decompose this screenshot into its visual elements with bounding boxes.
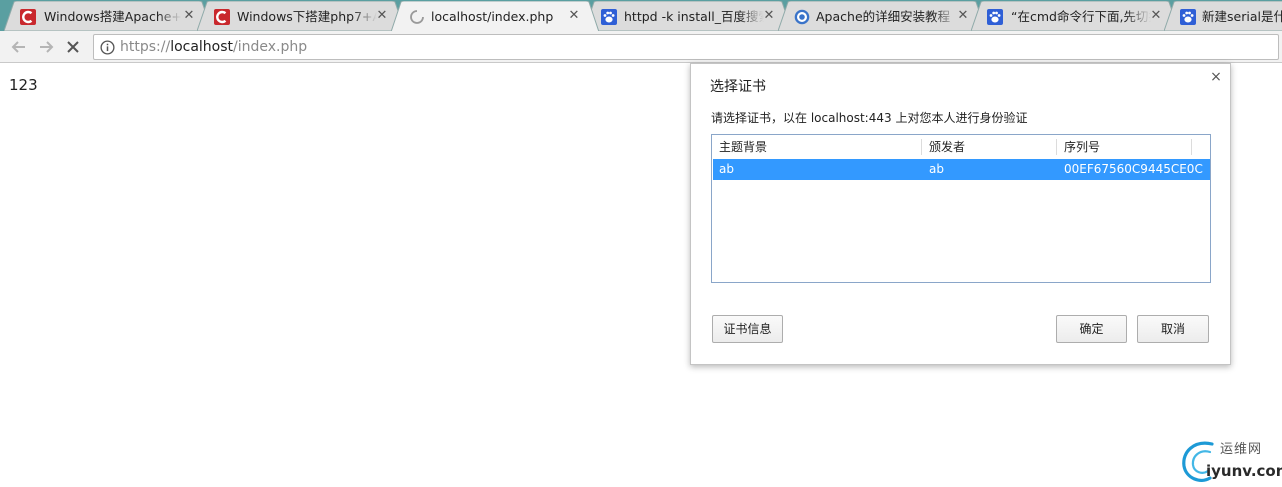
- tab-title: “在cmd命令行下面,先切换: [1011, 9, 1151, 24]
- url-path: /index.php: [233, 39, 308, 55]
- column-header-serial[interactable]: 序列号: [1064, 138, 1100, 156]
- cell-subject: ab: [719, 162, 734, 176]
- close-tab-icon[interactable]: ✕: [956, 9, 970, 23]
- site-info-icon[interactable]: [100, 40, 115, 55]
- cell-issuer: ab: [929, 162, 944, 176]
- csdn-icon: [20, 9, 36, 25]
- close-tab-icon[interactable]: ✕: [567, 9, 581, 23]
- close-tab-icon[interactable]: ✕: [375, 9, 389, 23]
- url-host: localhost: [170, 39, 234, 55]
- baidu-paw-icon: [1180, 9, 1196, 25]
- baidu-paw-icon: [987, 9, 1003, 25]
- csdn-icon: [214, 9, 230, 25]
- tab-title: localhost/index.php: [431, 9, 554, 24]
- close-tab-icon[interactable]: ✕: [762, 9, 776, 23]
- url-scheme: https://: [120, 39, 171, 55]
- ok-button[interactable]: 确定: [1056, 315, 1127, 343]
- tab-serial-search[interactable]: 新建serial是什么: [1164, 1, 1282, 31]
- tab-title: Windows下搭建php7+Apache: [237, 9, 377, 24]
- close-icon[interactable]: ×: [1209, 70, 1223, 84]
- certificate-info-button[interactable]: 证书信息: [712, 315, 783, 343]
- apache-doc-icon: [794, 9, 810, 25]
- dialog-title: 选择证书: [710, 79, 766, 95]
- watermark-domain: iyunv.com: [1206, 462, 1282, 480]
- tab-windows-apache[interactable]: Windows搭建Apache+PHP ✕: [4, 1, 212, 31]
- iyunv-watermark: 运维网 iyunv.com: [1180, 438, 1282, 484]
- column-header-issuer[interactable]: 颁发者: [929, 138, 965, 156]
- tab-windows-php7[interactable]: Windows下搭建php7+Apache ✕: [197, 1, 405, 31]
- baidu-paw-icon: [601, 9, 617, 25]
- tab-title: Apache的详细安装教程: [816, 9, 951, 24]
- tab-cmd-search[interactable]: “在cmd命令行下面,先切换 ✕: [971, 1, 1179, 31]
- tab-apache-install[interactable]: Apache的详细安装教程 ✕: [778, 1, 986, 31]
- url-text: https://localhost/index.php: [120, 39, 307, 56]
- certificate-row-selected[interactable]: ab ab 00EF67560C9445CE0C: [713, 159, 1210, 180]
- select-certificate-dialog: 选择证书 × 请选择证书，以在 localhost:443 上对您本人进行身份验…: [690, 63, 1231, 365]
- tab-httpd-search[interactable]: httpd -k install_百度搜索 ✕: [584, 1, 792, 31]
- column-divider[interactable]: [921, 139, 922, 155]
- column-divider[interactable]: [1191, 139, 1192, 155]
- tab-localhost-active[interactable]: localhost/index.php ✕: [391, 1, 599, 31]
- watermark-name: 运维网: [1220, 442, 1263, 457]
- tab-title: Windows搭建Apache+PHP: [44, 9, 182, 24]
- back-arrow-icon[interactable]: [8, 36, 30, 58]
- cell-serial: 00EF67560C9445CE0C: [1064, 162, 1203, 176]
- page-body-text: 123: [9, 76, 38, 94]
- tab-title: httpd -k install_百度搜索: [624, 9, 764, 24]
- tab-strip: Windows搭建Apache+PHP ✕ Windows下搭建php7+Apa…: [0, 0, 1282, 31]
- column-header-subject[interactable]: 主题背景: [719, 138, 767, 156]
- column-divider[interactable]: [1056, 139, 1057, 155]
- address-bar[interactable]: https://localhost/index.php: [93, 34, 1279, 60]
- certificate-table[interactable]: 主题背景 颁发者 序列号 ab ab 00EF67560C9445CE0C: [711, 134, 1211, 283]
- browser-toolbar: https://localhost/index.php: [0, 31, 1282, 63]
- stop-loading-icon[interactable]: [62, 36, 84, 58]
- cancel-button[interactable]: 取消: [1137, 315, 1209, 343]
- close-tab-icon[interactable]: ✕: [182, 9, 196, 23]
- loading-spinner-icon: [410, 10, 424, 24]
- close-tab-icon[interactable]: ✕: [1149, 9, 1163, 23]
- forward-arrow-icon[interactable]: [35, 36, 57, 58]
- dialog-message: 请选择证书，以在 localhost:443 上对您本人进行身份验证: [711, 111, 1028, 125]
- tab-title: 新建serial是什么: [1202, 9, 1282, 24]
